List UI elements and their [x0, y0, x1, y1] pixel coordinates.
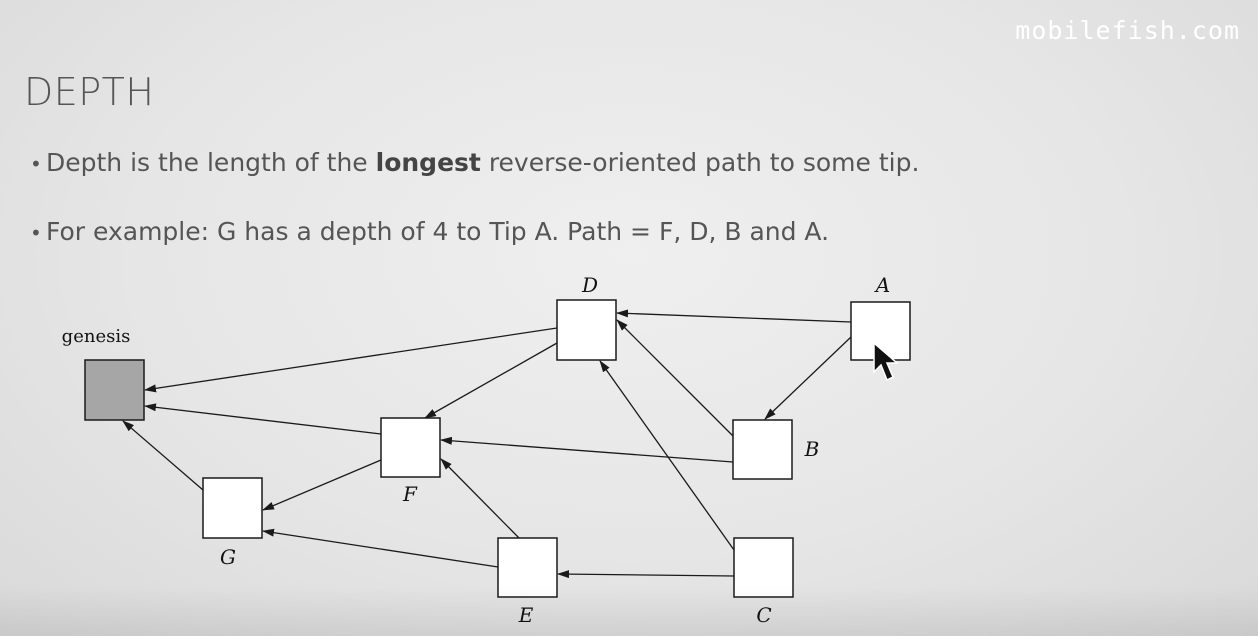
edge-C-to-D	[599, 360, 735, 551]
edge-A-to-B	[764, 336, 852, 420]
edge-F-to-genesis	[144, 403, 382, 435]
edge-A-to-D	[616, 309, 852, 323]
edge-C-to-E	[557, 570, 735, 579]
edge-F-to-G	[262, 459, 382, 511]
node-F	[380, 417, 441, 478]
edge-B-to-D	[616, 319, 734, 437]
node-layer	[84, 299, 911, 598]
node-C	[733, 537, 794, 598]
node-E	[497, 537, 558, 598]
node-label-D: D	[581, 273, 598, 297]
dag-diagram: genesis D A B F G E C	[62, 273, 911, 627]
node-D	[556, 299, 617, 361]
node-label-B: B	[804, 437, 820, 461]
node-label-A: A	[874, 273, 890, 297]
node-label-E: E	[518, 603, 534, 627]
edge-G-to-genesis	[122, 420, 204, 491]
edge-E-to-G	[262, 528, 499, 568]
node-label-C: C	[756, 603, 771, 627]
node-B	[732, 419, 793, 480]
node-genesis	[84, 359, 145, 421]
edge-E-to-F	[440, 458, 520, 539]
node-label-G: G	[220, 545, 236, 569]
edge-B-to-F	[440, 436, 734, 463]
node-label-F: F	[402, 482, 418, 506]
edge-D-to-genesis	[144, 327, 558, 393]
node-label-genesis: genesis	[62, 326, 131, 347]
node-G	[202, 477, 263, 539]
edge-D-to-F	[424, 342, 558, 419]
